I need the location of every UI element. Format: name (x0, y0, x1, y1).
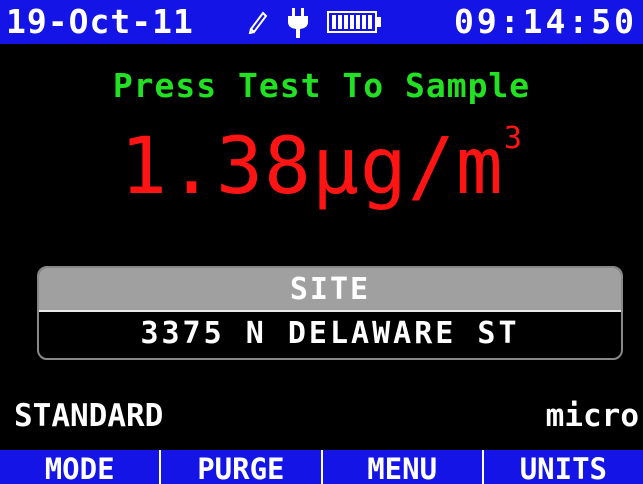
status-time: 09:14:50 (454, 2, 637, 41)
unit-label: micro (545, 398, 639, 434)
battery-icon (327, 11, 383, 37)
softkey-bar: MODE PURGE MENU UNITS (0, 450, 643, 484)
status-bar: 19-Oct-11 09:14:50 (0, 0, 643, 44)
concentration-reading: 1.38µg/m3 (0, 121, 643, 212)
reading-unit: µg/m (311, 122, 504, 212)
menu-button[interactable]: MENU (323, 450, 484, 484)
status-date: 19-Oct-11 (6, 2, 194, 41)
mode-button[interactable]: MODE (0, 450, 162, 484)
power-plug-icon (286, 8, 310, 42)
units-button[interactable]: UNITS (484, 450, 643, 484)
reading-value: 1.38 (120, 122, 312, 212)
purge-button[interactable]: PURGE (161, 450, 323, 484)
mode-label: STANDARD (14, 398, 164, 434)
pen-icon (247, 8, 269, 38)
site-value: 3375 N DELAWARE ST (140, 316, 520, 351)
site-header: SITE (39, 268, 621, 310)
reading-unit-exponent: 3 (503, 121, 523, 156)
sample-prompt: Press Test To Sample (112, 66, 531, 105)
site-panel: SITE 3375 N DELAWARE ST (37, 266, 623, 360)
